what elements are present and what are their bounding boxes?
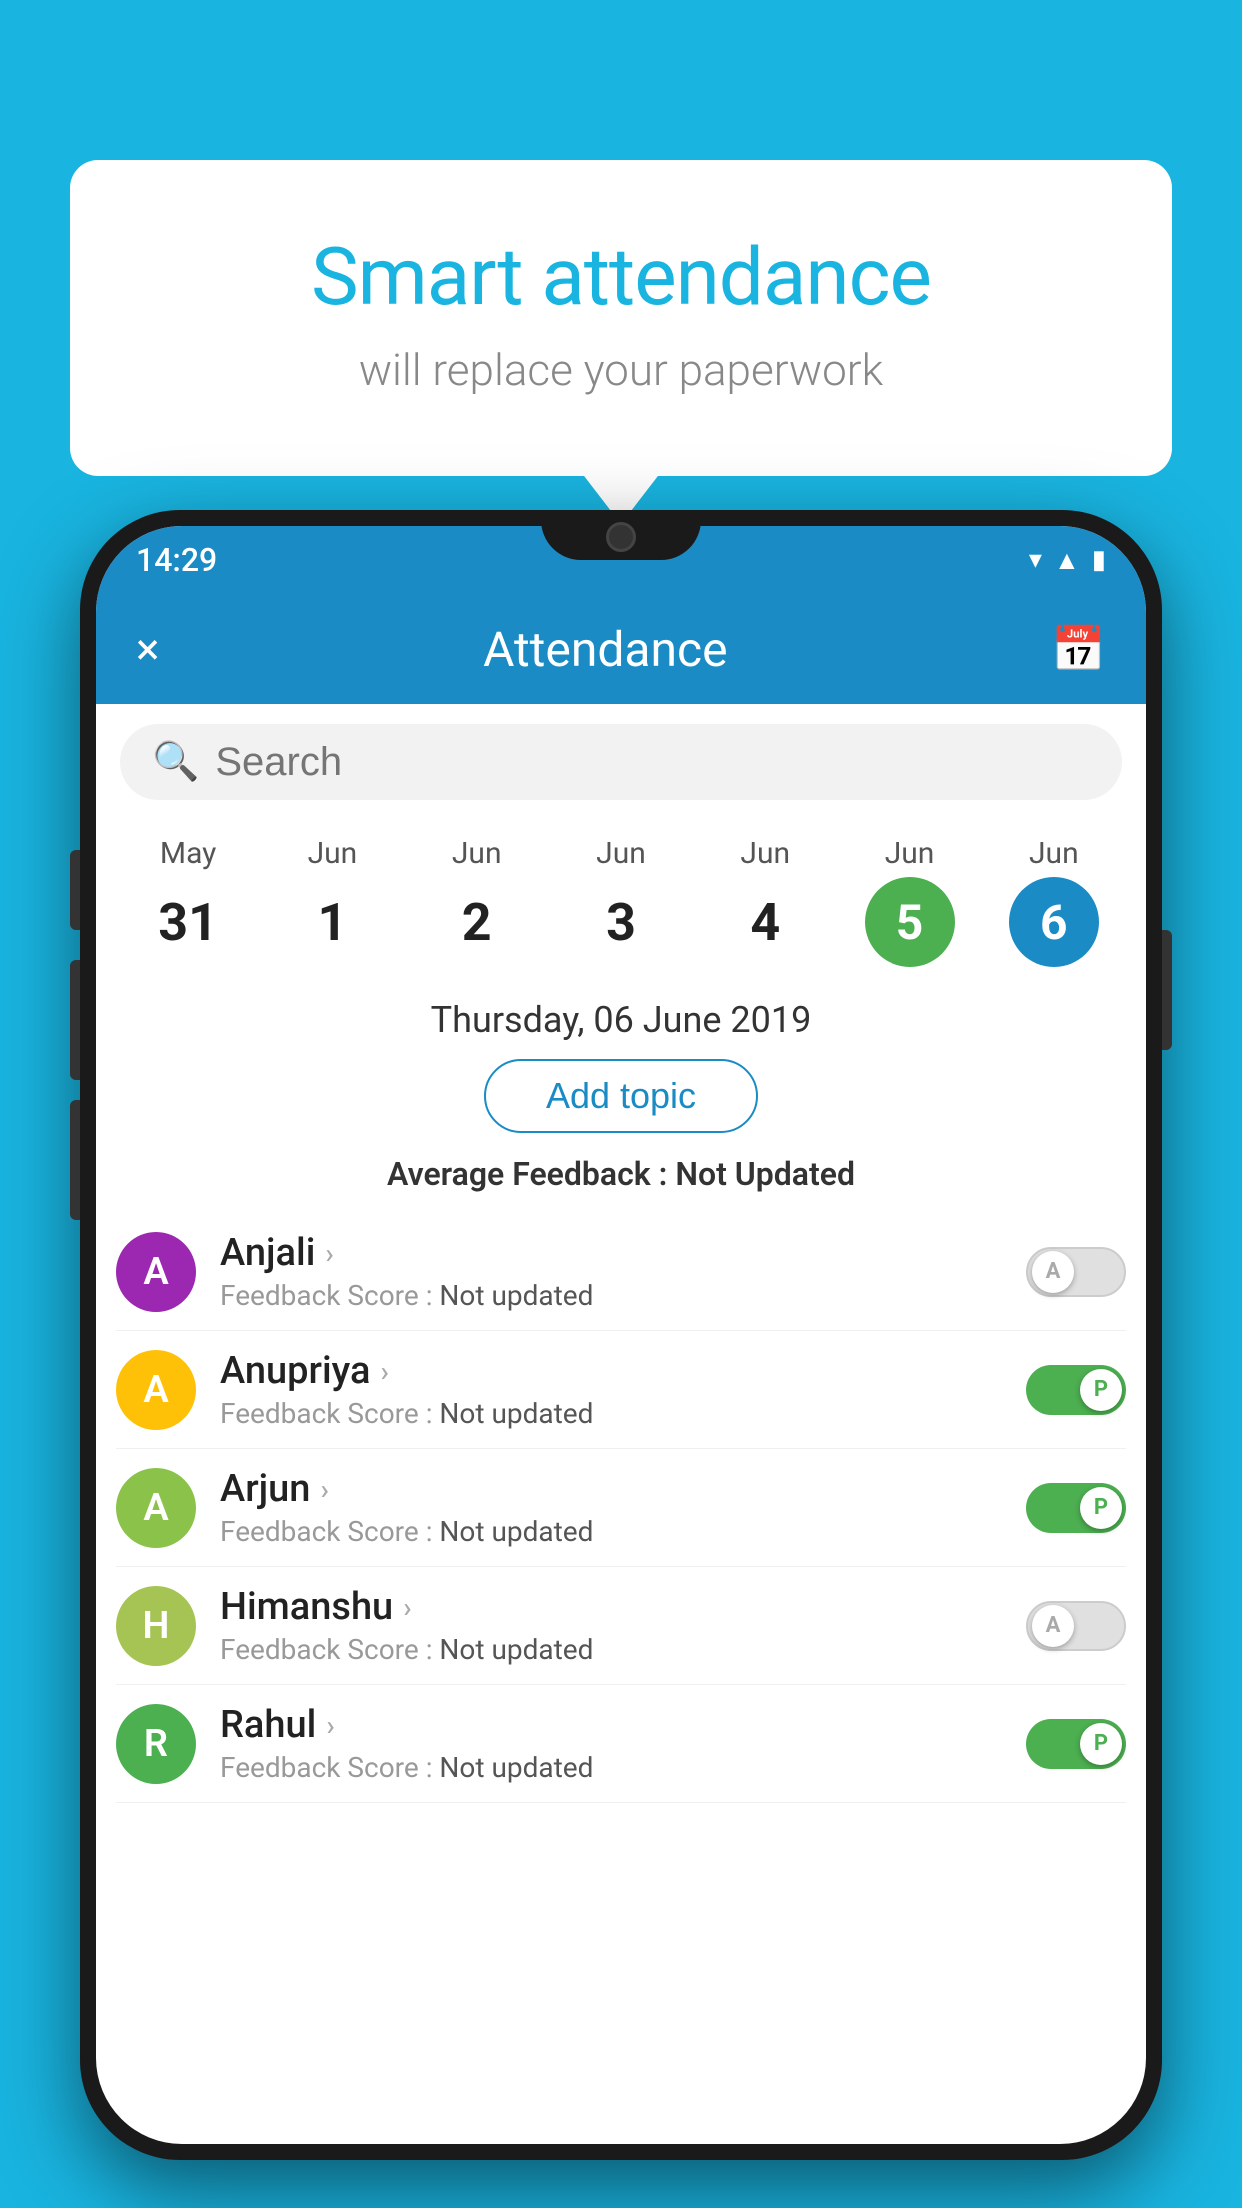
speech-bubble: Smart attendance will replace your paper… — [70, 160, 1172, 476]
power-button — [1162, 930, 1172, 1050]
table-row[interactable]: AAnjali ›Feedback Score : Not updatedA — [116, 1213, 1126, 1331]
cal-date-label[interactable]: 31 — [143, 877, 233, 967]
phone-camera — [606, 522, 636, 552]
cal-month-label: Jun — [1029, 836, 1079, 871]
toggle-thumb: P — [1080, 1723, 1122, 1765]
toggle-thumb: P — [1080, 1369, 1122, 1411]
table-row[interactable]: A Arjun › Feedback Score : Not updated P — [116, 1449, 1126, 1567]
calendar-day[interactable]: Jun 3 — [561, 836, 681, 967]
student-name: Himanshu › — [220, 1585, 1026, 1629]
chevron-right-icon: › — [320, 1473, 328, 1506]
avatar: A — [116, 1468, 196, 1548]
app-bar-title: Attendance — [483, 621, 728, 678]
cal-month-label: Jun — [740, 836, 790, 871]
cal-date-label[interactable]: 6 — [1009, 877, 1099, 967]
table-row[interactable]: R Rahul › Feedback Score : Not updated P — [116, 1685, 1126, 1803]
toggle-switch[interactable]: A — [1026, 1601, 1126, 1651]
chevron-right-icon: › — [326, 1709, 334, 1742]
cal-month-label: Jun — [885, 836, 935, 871]
avatar: H — [116, 1586, 196, 1666]
student-feedback-score: Feedback Score : Not updated — [220, 1751, 1026, 1784]
add-topic-container: Add topic — [96, 1049, 1146, 1149]
calendar-day[interactable]: Jun 4 — [705, 836, 825, 967]
signal-icon: ▲ — [1054, 545, 1080, 576]
student-info: Arjun › Feedback Score : Not updated — [220, 1467, 1026, 1548]
student-info: Anjali › Feedback Score : Not updated — [220, 1231, 1026, 1312]
toggle-thumb: A — [1032, 1605, 1074, 1647]
avatar: A — [116, 1232, 196, 1312]
student-name: Anupriya › — [220, 1349, 1026, 1393]
cal-month-label: Jun — [452, 836, 502, 871]
toggle-thumb: A — [1032, 1251, 1074, 1293]
battery-icon: ▮ — [1092, 545, 1106, 575]
student-feedback-score: Feedback Score : Not updated — [220, 1279, 1026, 1312]
status-time: 14:29 — [136, 541, 217, 579]
attendance-toggle[interactable]: A — [1026, 1247, 1126, 1297]
avatar: R — [116, 1704, 196, 1784]
phone-outer: 14:29 ▾ ▲ ▮ × Attendance 📅 🔍 May31Jun — [80, 510, 1162, 2160]
avg-feedback: Average Feedback : Not Updated — [96, 1149, 1146, 1213]
wifi-icon: ▾ — [1029, 545, 1042, 575]
volume-up-button — [70, 960, 80, 1080]
attendance-toggle[interactable]: P — [1026, 1719, 1126, 1769]
table-row[interactable]: H Himanshu › Feedback Score : Not updatedA — [116, 1567, 1126, 1685]
student-feedback-score: Feedback Score : Not updated — [220, 1515, 1026, 1548]
phone-notch — [541, 510, 701, 560]
student-feedback-score: Feedback Score : Not updated — [220, 1397, 1026, 1430]
student-info: Anupriya › Feedback Score : Not updated — [220, 1349, 1026, 1430]
calendar-day[interactable]: Jun 2 — [417, 836, 537, 967]
avg-feedback-value: Not Updated — [675, 1155, 855, 1193]
calendar-day[interactable]: Jun 5 — [850, 836, 970, 967]
chevron-right-icon: › — [325, 1237, 333, 1270]
student-feedback-score: Feedback Score : Not updated — [220, 1633, 1026, 1666]
search-icon: 🔍 — [152, 740, 199, 784]
cal-date-label[interactable]: 3 — [576, 877, 666, 967]
cal-date-label[interactable]: 4 — [720, 877, 810, 967]
silent-button — [70, 850, 80, 930]
cal-date-label[interactable]: 1 — [287, 877, 377, 967]
status-icons: ▾ ▲ ▮ — [1029, 545, 1106, 576]
add-topic-button[interactable]: Add topic — [484, 1059, 758, 1133]
cal-date-label[interactable]: 2 — [432, 877, 522, 967]
toggle-switch[interactable]: P — [1026, 1719, 1126, 1769]
toggle-switch[interactable]: P — [1026, 1365, 1126, 1415]
student-info: Rahul › Feedback Score : Not updated — [220, 1703, 1026, 1784]
student-name: Anjali › — [220, 1231, 1026, 1275]
cal-month-label: May — [160, 836, 216, 871]
cal-month-label: Jun — [308, 836, 358, 871]
calendar-day[interactable]: May 31 — [128, 836, 248, 967]
avg-feedback-label: Average Feedback : — [387, 1155, 675, 1193]
toggle-switch[interactable]: A — [1026, 1247, 1126, 1297]
phone-mockup: 14:29 ▾ ▲ ▮ × Attendance 📅 🔍 May31Jun — [80, 510, 1162, 2160]
selected-date-label: Thursday, 06 June 2019 — [96, 983, 1146, 1049]
chevron-right-icon: › — [380, 1355, 388, 1388]
calendar-strip: May 31 Jun 1 Jun 2 Jun 3 Jun 4 Jun 5 Jun 6 — [96, 820, 1146, 983]
avatar: A — [116, 1350, 196, 1430]
attendance-toggle[interactable]: P — [1026, 1365, 1126, 1415]
search-bar[interactable]: 🔍 — [120, 724, 1122, 800]
student-name: Arjun › — [220, 1467, 1026, 1511]
app-bar: × Attendance 📅 — [96, 594, 1146, 704]
calendar-day[interactable]: Jun 1 — [272, 836, 392, 967]
calendar-icon[interactable]: 📅 — [1051, 623, 1106, 675]
student-list: AAnjali ›Feedback Score : Not updatedAAA… — [96, 1213, 1146, 1803]
student-name: Rahul › — [220, 1703, 1026, 1747]
toggle-switch[interactable]: P — [1026, 1483, 1126, 1533]
table-row[interactable]: A Anupriya › Feedback Score : Not updated P — [116, 1331, 1126, 1449]
toggle-thumb: P — [1080, 1487, 1122, 1529]
volume-down-button — [70, 1100, 80, 1220]
speech-bubble-subtitle: will replace your paperwork — [150, 344, 1092, 396]
attendance-toggle[interactable]: A — [1026, 1601, 1126, 1651]
close-icon[interactable]: × — [136, 623, 159, 675]
search-input[interactable] — [215, 740, 1090, 785]
calendar-day[interactable]: Jun 6 — [994, 836, 1114, 967]
speech-bubble-title: Smart attendance — [150, 230, 1092, 324]
cal-date-label[interactable]: 5 — [865, 877, 955, 967]
cal-month-label: Jun — [596, 836, 646, 871]
phone-screen: 14:29 ▾ ▲ ▮ × Attendance 📅 🔍 May31Jun — [96, 526, 1146, 2144]
speech-bubble-container: Smart attendance will replace your paper… — [70, 160, 1172, 476]
attendance-toggle[interactable]: P — [1026, 1483, 1126, 1533]
chevron-right-icon: › — [403, 1591, 411, 1624]
student-info: Himanshu › Feedback Score : Not updated — [220, 1585, 1026, 1666]
